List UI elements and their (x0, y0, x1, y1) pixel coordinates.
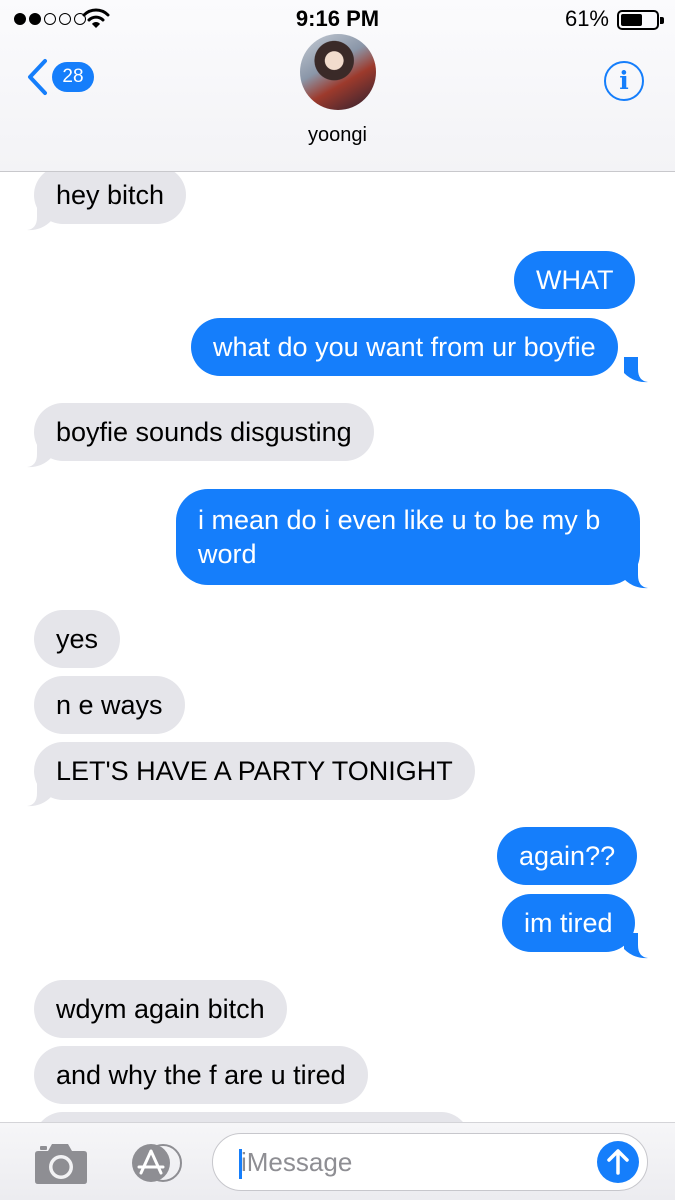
sent-message[interactable]: im tired (502, 894, 635, 952)
battery-percent: 61% (564, 6, 609, 31)
sent-message[interactable]: i mean do i even like u to be my b word (176, 489, 640, 585)
bubble-tail (624, 933, 648, 959)
message-text: hey bitch (56, 180, 165, 210)
message-text: yes (56, 624, 99, 654)
message-text: im tired (524, 908, 613, 938)
app-store-icon[interactable] (123, 1143, 183, 1183)
message-text: i mean do i even like u to be my b word (198, 505, 601, 569)
bubble-tail (624, 563, 648, 589)
send-button[interactable] (597, 1141, 639, 1183)
camera-icon[interactable] (34, 1141, 88, 1185)
message-text: LET'S HAVE A PARTY TONIGHT (56, 756, 453, 786)
send-arrow-icon (607, 1149, 629, 1175)
compose-bar (0, 1122, 675, 1200)
status-bar: 9:16 PM 61% (0, 0, 675, 40)
unread-count-badge: 28 (52, 62, 94, 92)
sent-message[interactable]: WHAT (514, 251, 636, 309)
battery-icon (617, 10, 664, 30)
received-message[interactable]: LET'S HAVE A PARTY TONIGHT (34, 742, 475, 800)
info-icon[interactable]: i (604, 61, 644, 101)
contact-avatar[interactable] (300, 34, 376, 110)
message-text: wdym again bitch (56, 994, 265, 1024)
received-message[interactable]: hey bitch (34, 166, 187, 224)
received-message[interactable]: boyfie sounds disgusting (34, 403, 374, 461)
received-message[interactable]: yes (34, 610, 121, 668)
received-message[interactable]: wdym again bitch (34, 980, 287, 1038)
message-text: n e ways (56, 690, 163, 720)
message-text: WHAT (536, 265, 614, 295)
bubble-tail (27, 205, 51, 231)
bubble-tail (624, 357, 648, 383)
received-message[interactable]: n e ways (34, 676, 185, 734)
sent-message[interactable]: what do you want from ur boyfie (191, 318, 618, 376)
back-button[interactable]: 28 (26, 58, 94, 96)
received-message[interactable]: and why the f are u tired (34, 1046, 368, 1104)
message-input[interactable] (241, 1142, 571, 1182)
message-text: again?? (519, 841, 616, 871)
bubble-tail (27, 781, 51, 807)
message-input-field[interactable] (212, 1133, 648, 1191)
sent-message[interactable]: again?? (497, 827, 638, 885)
message-thread[interactable]: hey bitch WHAT what do you want from ur … (0, 0, 675, 1200)
contact-name[interactable]: yoongi (0, 124, 675, 147)
back-chevron-icon (28, 59, 47, 95)
message-text: and why the f are u tired (56, 1060, 346, 1090)
message-text: boyfie sounds disgusting (56, 417, 352, 447)
bubble-tail (27, 442, 51, 468)
message-text: what do you want from ur boyfie (213, 332, 596, 362)
